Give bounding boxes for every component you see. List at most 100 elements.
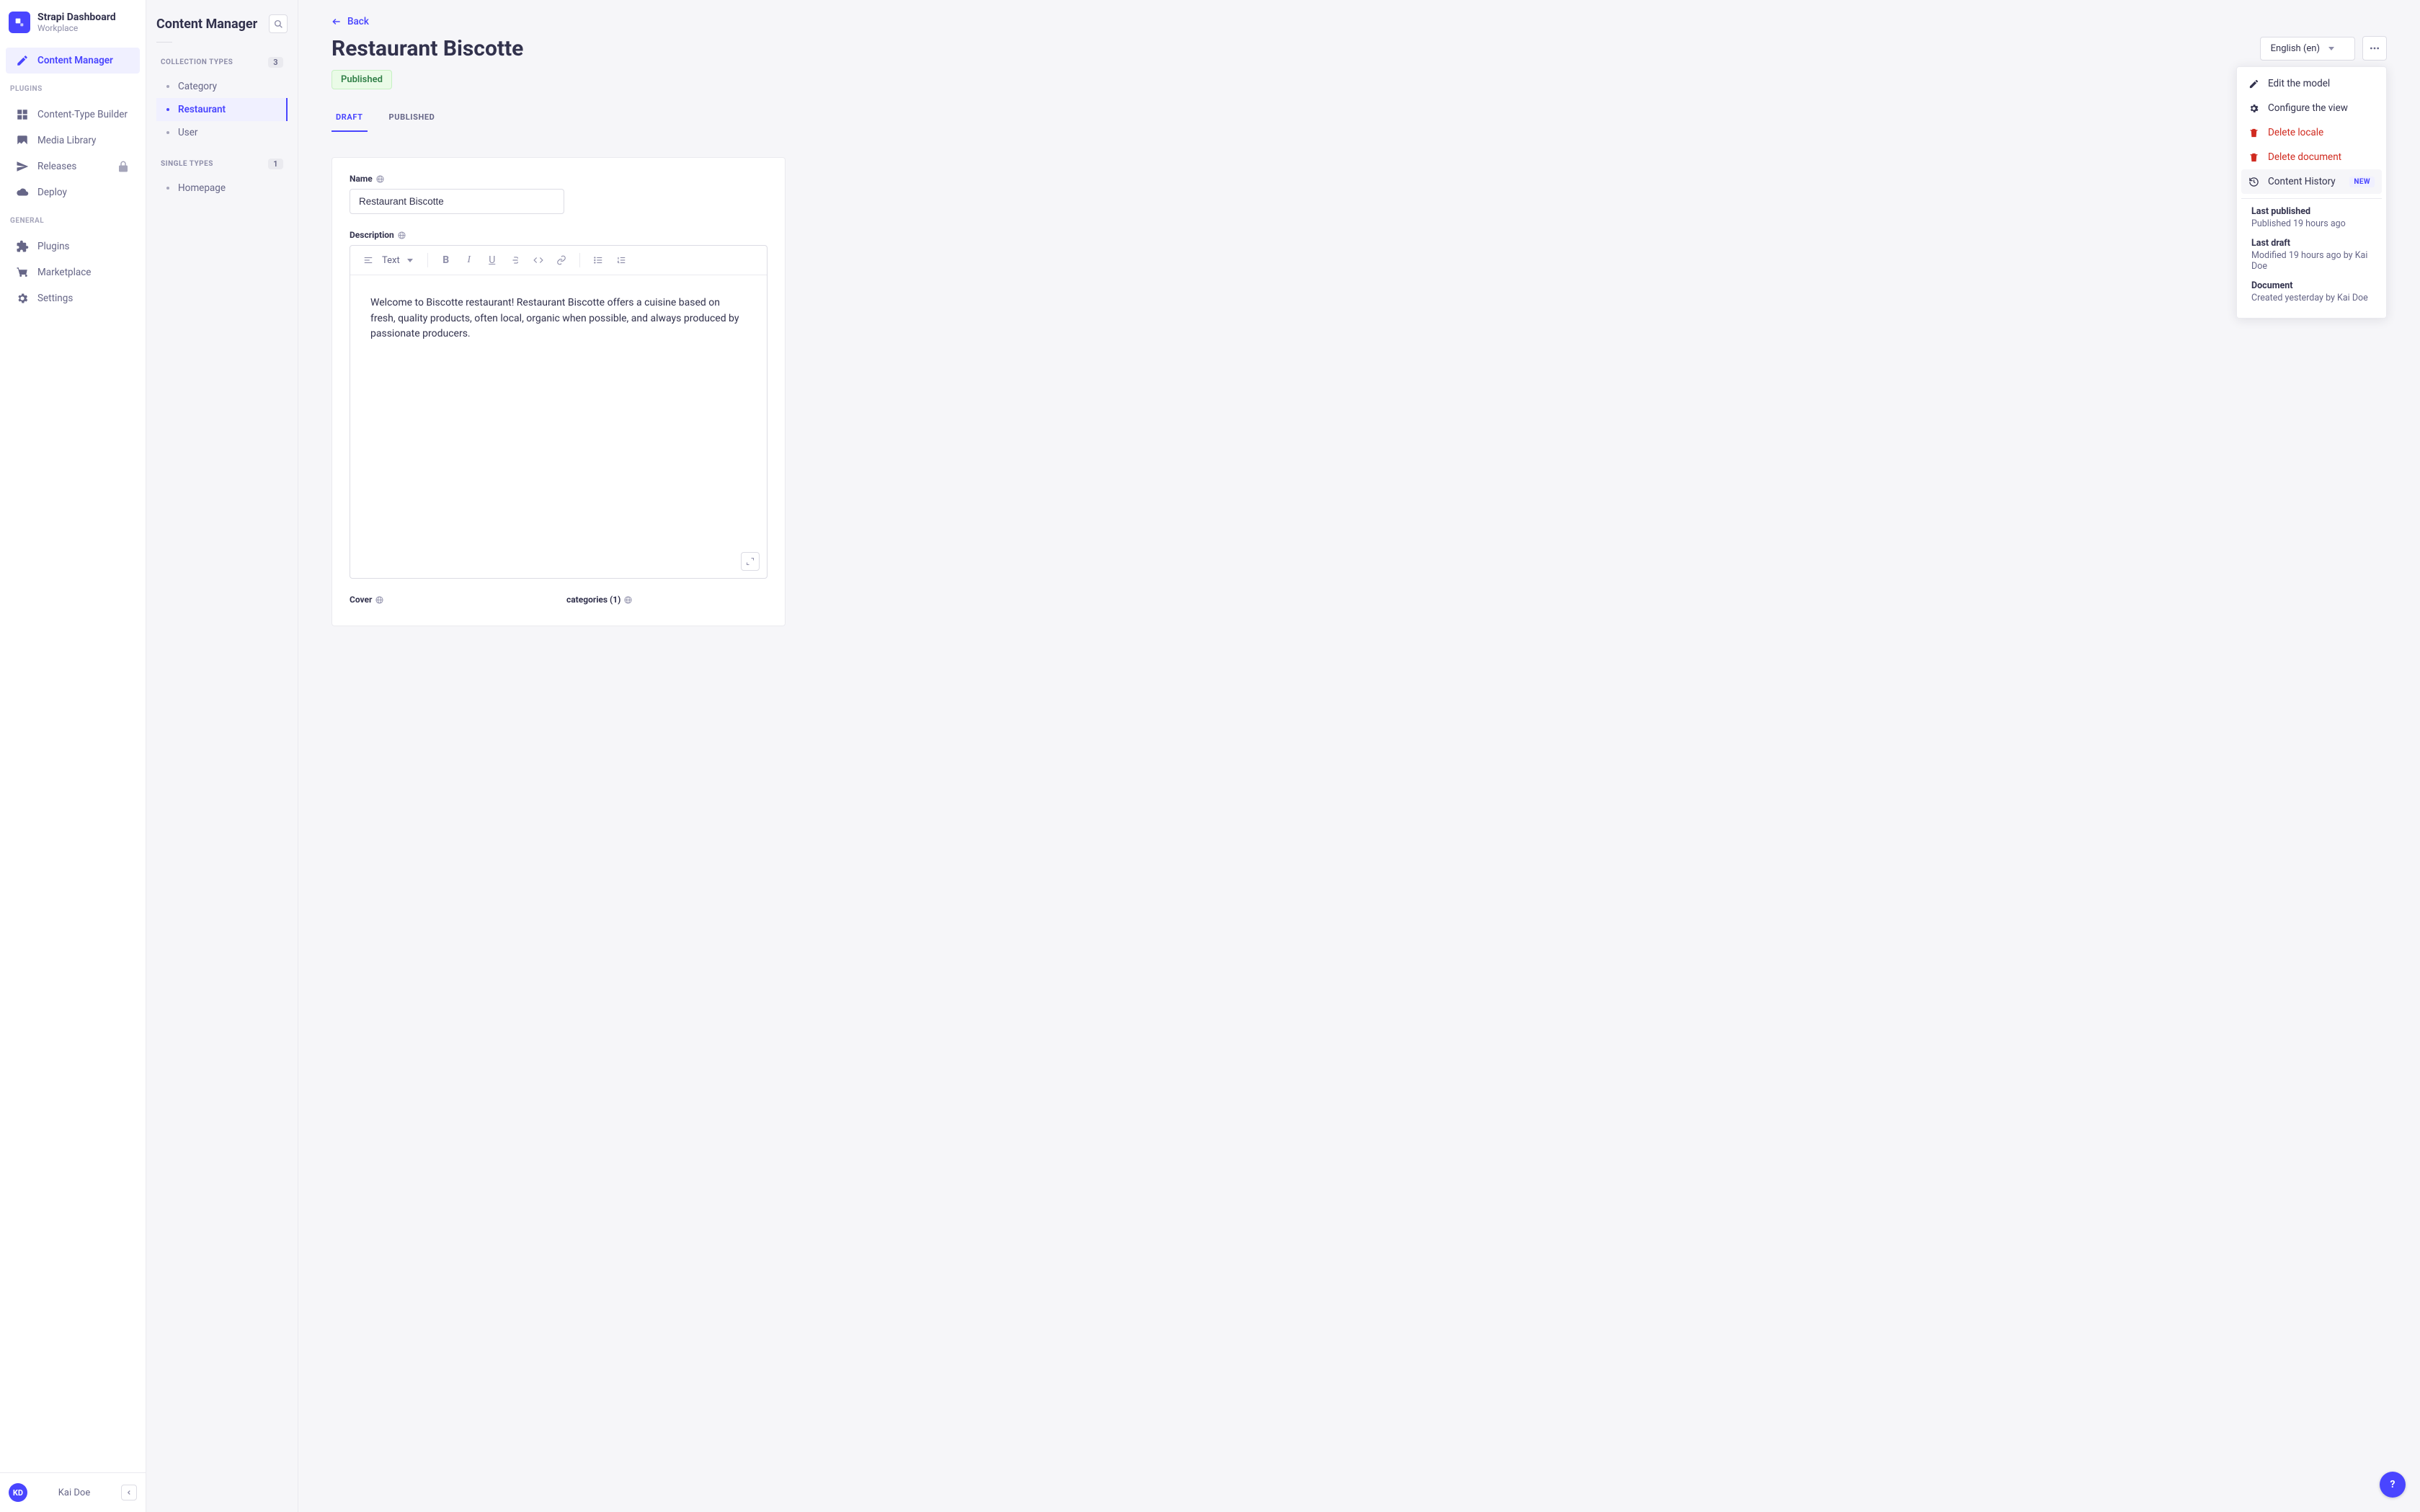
brand-title: Strapi Dashboard [37,12,116,23]
gear-icon [2248,103,2259,114]
nav-releases-label: Releases [37,161,76,172]
locale-select[interactable]: English (en) [2260,37,2355,61]
nav-plugins-heading: PLUGINS [0,78,146,97]
align-left-icon [363,255,373,265]
description-label: Description [350,230,768,240]
collection-types-heading: COLLECTION TYPES 3 [156,54,288,71]
page-title: Restaurant Biscotte [332,36,2248,61]
globe-icon [375,596,383,604]
type-item-homepage[interactable]: Homepage [156,177,288,200]
document-value: Created yesterday by Kai Doe [2251,293,2372,303]
brand-subtitle: Workplace [37,23,116,33]
cm-title: Content Manager [156,17,263,32]
type-item-user[interactable]: User [156,121,288,144]
tabs: Draft Published [332,105,2387,133]
menu-configure-view[interactable]: Configure the view [2241,96,2382,120]
caret-down-icon [407,259,413,262]
back-link[interactable]: Back [332,16,369,27]
sidebar-footer: KD Kai Doe [0,1472,146,1512]
editor-body[interactable]: Welcome to Biscotte restaurant! Restaura… [350,275,767,578]
code-button[interactable] [529,252,548,269]
lock-icon [117,160,130,173]
history-icon [2248,177,2259,187]
brand-logo [9,12,30,33]
nav-marketplace[interactable]: Marketplace [6,259,140,285]
nav-deploy-label: Deploy [37,187,67,198]
brand: Strapi Dashboard Workplace [0,0,146,43]
nav-general-heading: GENERAL [0,210,146,229]
arrow-left-icon [332,17,342,27]
menu-edit-model[interactable]: Edit the model [2241,71,2382,96]
form-card: Name Description Text [332,157,786,626]
description-editor: Text B I U [350,245,768,579]
strikethrough-button[interactable] [506,252,525,269]
primary-sidebar: Strapi Dashboard Workplace Content Manag… [0,0,146,1512]
text-style-dropdown[interactable]: Text [382,255,419,266]
bold-icon: B [442,254,449,266]
globe-icon [398,231,406,239]
new-badge: NEW [2349,177,2375,187]
underline-button[interactable]: U [483,252,502,269]
single-count-badge: 1 [268,159,283,169]
italic-icon: I [467,254,471,266]
document-info-panel: Last published Published 19 hours ago La… [2241,198,2382,313]
main-content: Back Restaurant Biscotte English (en) [298,0,2420,1512]
nav-media-label: Media Library [37,135,96,146]
search-icon [274,19,283,29]
search-button[interactable] [269,14,288,33]
bold-button[interactable]: B [437,252,455,269]
globe-icon [376,175,384,183]
nav-plugins[interactable]: Plugins [6,234,140,259]
nav-plugins-label: Plugins [37,241,70,252]
name-input[interactable] [350,189,564,214]
avatar[interactable]: KD [9,1483,27,1502]
nav-content-manager-label: Content Manager [37,55,113,66]
italic-button[interactable]: I [460,252,479,269]
name-label: Name [350,174,768,184]
single-types-heading: SINGLE TYPES 1 [156,156,288,172]
actions-menu: Edit the model Configure the view Delete… [2236,66,2387,319]
last-published-value: Published 19 hours ago [2251,218,2372,229]
bullet-list-button[interactable] [589,252,608,269]
ordered-list-button[interactable] [612,252,631,269]
ordered-list-icon [616,255,626,265]
type-item-category[interactable]: Category [156,75,288,98]
editor-toolbar: Text B I U [350,246,767,275]
nav-marketplace-label: Marketplace [37,267,91,278]
paragraph-align-button[interactable] [359,252,378,269]
bullet-list-icon [593,255,603,265]
status-badge: Published [332,70,392,89]
menu-delete-locale[interactable]: Delete locale [2241,120,2382,145]
nav-media-library[interactable]: Media Library [6,128,140,154]
more-actions-button[interactable] [2362,36,2387,61]
nav-ctb-label: Content-Type Builder [37,109,128,120]
menu-content-history[interactable]: Content History NEW [2241,169,2382,194]
last-draft-label: Last draft [2251,238,2372,249]
nav-settings[interactable]: Settings [6,285,140,311]
underline-icon: U [489,254,495,266]
collection-count-badge: 3 [268,57,283,68]
nav-deploy[interactable]: Deploy [6,179,140,205]
globe-icon [624,596,632,604]
expand-editor-button[interactable] [741,552,760,571]
pencil-icon [2248,79,2259,89]
tab-draft[interactable]: Draft [332,105,368,132]
nav-content-type-builder[interactable]: Content-Type Builder [6,102,140,128]
menu-delete-document[interactable]: Delete document [2241,145,2382,169]
help-icon: ? [2390,1479,2395,1490]
trash-icon [2248,128,2259,138]
document-label: Document [2251,280,2372,291]
last-published-label: Last published [2251,206,2372,217]
categories-label: categories (1) [566,595,768,605]
help-fab[interactable]: ? [2380,1472,2406,1498]
nav-content-manager[interactable]: Content Manager [6,48,140,74]
code-icon [533,255,543,265]
collapse-sidebar-button[interactable] [121,1485,137,1500]
last-draft-value: Modified 19 hours ago by Kai Doe [2251,250,2372,272]
bullet-icon [166,131,169,134]
link-button[interactable] [552,252,571,269]
nav-releases[interactable]: Releases [6,154,140,179]
secondary-sidebar: Content Manager COLLECTION TYPES 3 Categ… [146,0,298,1512]
type-item-restaurant[interactable]: Restaurant [156,98,288,121]
tab-published[interactable]: Published [385,105,440,132]
